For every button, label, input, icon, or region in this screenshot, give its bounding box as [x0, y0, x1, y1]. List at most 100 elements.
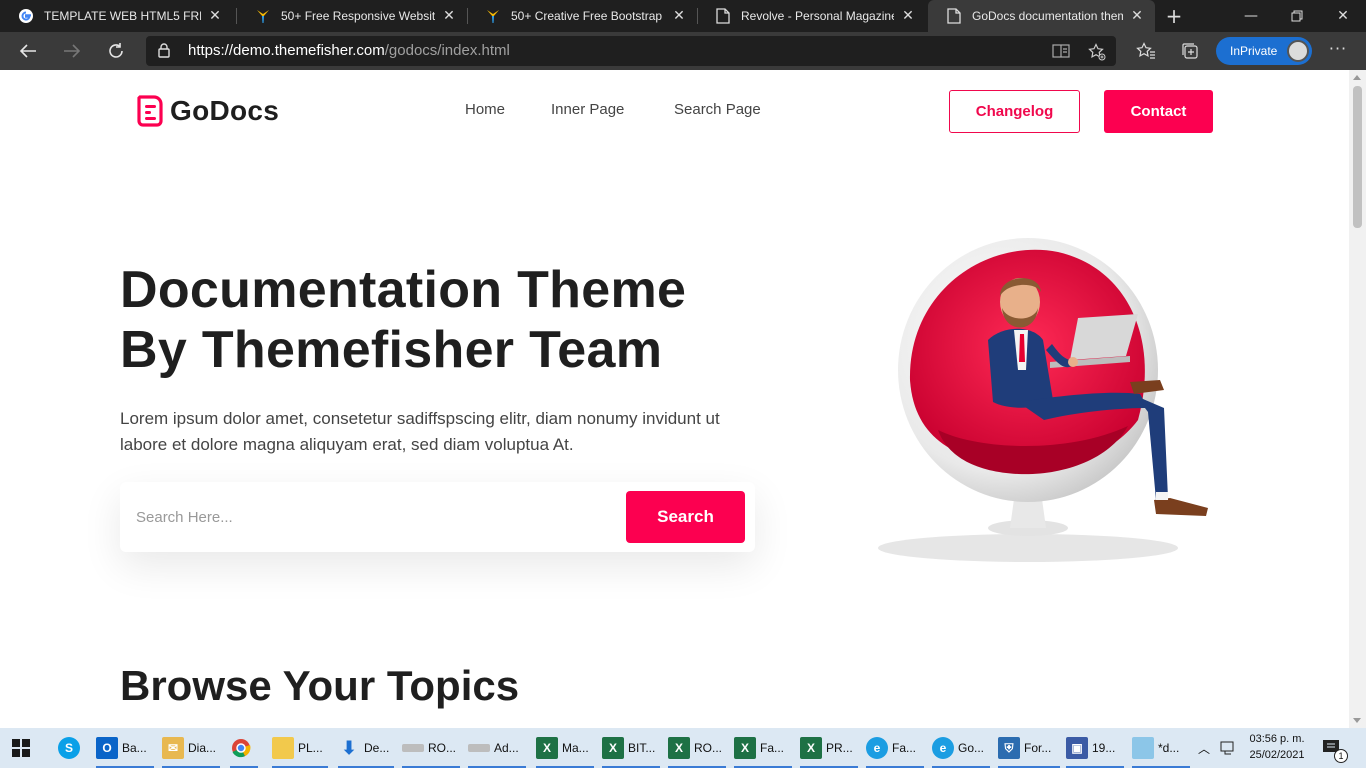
- restore-button[interactable]: [1274, 0, 1320, 32]
- edge-icon: e: [932, 737, 954, 759]
- close-icon[interactable]: ✕: [441, 8, 457, 24]
- search-button[interactable]: Search: [626, 491, 745, 543]
- scrollbar-thumb[interactable]: [1353, 86, 1362, 228]
- download-icon: ⬇: [341, 737, 357, 758]
- new-tab-button[interactable]: +: [1163, 4, 1185, 28]
- taskbar-item-excel-fa[interactable]: X Fa...: [734, 728, 792, 768]
- tab-title: 50+ Creative Free Bootstrap Te: [511, 9, 665, 23]
- network-icon: ▣: [1066, 737, 1088, 759]
- page-scrollbar[interactable]: [1349, 70, 1366, 728]
- scroll-up-icon[interactable]: [1353, 75, 1361, 80]
- outlook-icon: O: [96, 737, 118, 759]
- taskbar-label: *d...: [1158, 741, 1180, 755]
- lock-icon[interactable]: [158, 43, 170, 62]
- close-icon[interactable]: ✕: [671, 8, 687, 24]
- hero-subtitle: Lorem ipsum dolor amet, consetetur sadif…: [120, 409, 720, 454]
- nav-inner-page[interactable]: Inner Page: [551, 101, 624, 118]
- page-icon: [715, 8, 731, 24]
- browser-tab-strip: TEMPLATE WEB HTML5 FREE D ✕ 50+ Free Res…: [0, 0, 1366, 32]
- tab-title: GoDocs documentation theme: [972, 9, 1123, 23]
- windows-icon: [12, 739, 30, 757]
- collections-button[interactable]: [1176, 37, 1204, 65]
- changelog-button[interactable]: Changelog: [949, 90, 1080, 133]
- tab-title: 50+ Free Responsive Website T: [281, 9, 435, 23]
- address-bar[interactable]: https://demo.themefisher.com/godocs/inde…: [146, 36, 1116, 66]
- taskbar-item-excel-ro[interactable]: X RO...: [668, 728, 726, 768]
- taskbar-label: Ba...: [122, 741, 147, 755]
- notification-center-button[interactable]: 1: [1322, 728, 1350, 768]
- logo-icon: [136, 94, 164, 128]
- chevron-up-icon: ︿: [1198, 741, 1211, 756]
- tab-responsive-templates[interactable]: 50+ Free Responsive Website T ✕: [237, 0, 467, 32]
- colorlib-icon: [255, 8, 271, 24]
- taskbar-item-explorer[interactable]: PL...: [272, 728, 328, 768]
- clock-time: 03:56 p. m.: [1249, 733, 1305, 745]
- mail-icon: ✉: [162, 737, 184, 759]
- network-tray-icon: [1220, 741, 1234, 755]
- add-favorite-icon[interactable]: [1088, 43, 1106, 61]
- excel-icon: X: [668, 737, 690, 759]
- close-window-button[interactable]: ✕: [1320, 0, 1366, 32]
- taskbar-label: For...: [1024, 741, 1052, 755]
- more-menu-button[interactable]: ···: [1326, 39, 1350, 63]
- shield-icon: ⛨: [998, 737, 1020, 759]
- close-icon[interactable]: ✕: [207, 8, 223, 24]
- tab-revolve[interactable]: Revolve - Personal Magazine b ✕: [697, 0, 926, 32]
- scroll-down-icon[interactable]: [1353, 718, 1361, 723]
- taskbar-item-edge-fa[interactable]: e Fa...: [866, 728, 924, 768]
- inprivate-label: InPrivate: [1230, 44, 1278, 58]
- network-tray-button[interactable]: [1220, 728, 1240, 768]
- taskbar-skype[interactable]: S: [58, 728, 84, 768]
- search-input[interactable]: [136, 500, 616, 534]
- url-text: https://demo.themefisher.com/godocs/inde…: [188, 42, 510, 59]
- taskbar-item-excel-ma[interactable]: X Ma...: [536, 728, 594, 768]
- nav-home[interactable]: Home: [465, 101, 505, 118]
- forward-arrow-icon: [64, 44, 81, 58]
- reader-view-icon[interactable]: [1052, 43, 1070, 61]
- back-arrow-icon: [19, 44, 36, 58]
- tab-template-web[interactable]: TEMPLATE WEB HTML5 FREE D ✕: [0, 0, 233, 32]
- taskbar-label: BIT...: [628, 741, 656, 755]
- contact-button[interactable]: Contact: [1104, 90, 1213, 133]
- start-button[interactable]: [12, 728, 38, 768]
- show-hidden-icons-button[interactable]: ︿: [1198, 728, 1214, 768]
- taskbar-label: PL...: [298, 741, 323, 755]
- taskbar-item-drive-ad[interactable]: Ad...: [468, 728, 526, 768]
- drive-icon: [468, 744, 490, 752]
- refresh-icon: [109, 43, 123, 58]
- taskbar-item-notepad[interactable]: *d...: [1132, 728, 1190, 768]
- page-icon: [946, 8, 962, 24]
- hero-title: Documentation Theme By Themefisher Team: [120, 260, 800, 380]
- close-icon[interactable]: ✕: [1129, 8, 1145, 24]
- tab-bootstrap-templates[interactable]: 50+ Creative Free Bootstrap Te ✕: [467, 0, 697, 32]
- back-button[interactable]: [14, 37, 42, 65]
- close-icon[interactable]: ✕: [900, 8, 916, 24]
- favorites-button[interactable]: [1132, 37, 1160, 65]
- colorlib-icon: [485, 8, 501, 24]
- taskbar-label: Dia...: [188, 741, 217, 755]
- taskbar-item-excel-bit[interactable]: X BIT...: [602, 728, 660, 768]
- taskbar-item-chrome[interactable]: [230, 728, 258, 768]
- inprivate-badge[interactable]: InPrivate: [1216, 37, 1312, 65]
- taskbar-label: Ma...: [562, 741, 589, 755]
- nav-search-page[interactable]: Search Page: [674, 101, 761, 118]
- skype-icon: S: [58, 737, 80, 759]
- chrome-icon: [230, 737, 252, 759]
- forward-button[interactable]: [58, 37, 86, 65]
- taskbar-item-mail[interactable]: ✉ Dia...: [162, 728, 220, 768]
- taskbar-item-drive-ro[interactable]: RO...: [402, 728, 460, 768]
- taskbar-label: Go...: [958, 741, 985, 755]
- taskbar-label: De...: [364, 741, 390, 755]
- system-clock[interactable]: 03:56 p. m. 25/02/2021: [1245, 731, 1309, 763]
- refresh-button[interactable]: [102, 37, 130, 65]
- taskbar-item-edge-go[interactable]: e Go...: [932, 728, 990, 768]
- taskbar-item-network[interactable]: ▣ 19...: [1066, 728, 1124, 768]
- site-logo[interactable]: GoDocs: [136, 94, 279, 128]
- tab-godocs[interactable]: GoDocs documentation theme ✕: [928, 0, 1155, 32]
- logo-text: GoDocs: [170, 95, 280, 126]
- taskbar-item-security[interactable]: ⛨ For...: [998, 728, 1060, 768]
- taskbar-item-outlook[interactable]: O Ba...: [96, 728, 154, 768]
- taskbar-item-downloads[interactable]: ⬇ De...: [338, 728, 394, 768]
- taskbar-item-excel-pr[interactable]: X PR...: [800, 728, 858, 768]
- minimize-button[interactable]: —: [1228, 0, 1274, 32]
